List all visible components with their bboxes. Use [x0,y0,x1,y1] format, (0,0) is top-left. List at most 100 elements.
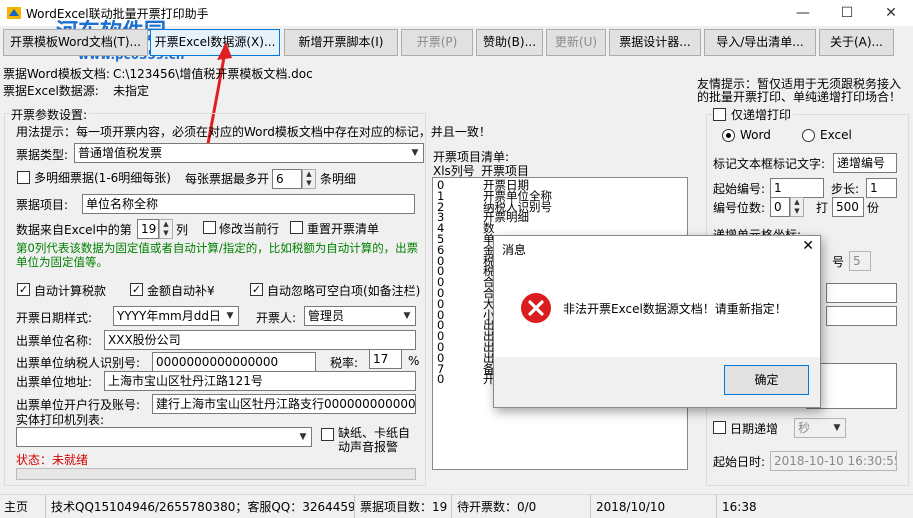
new-script-button[interactable]: 新增开票脚本(I) [284,29,398,56]
open-word-template-button[interactable]: 开票模板Word文档(T)... [3,29,148,56]
reset-list-checkbox[interactable] [290,221,303,234]
minimize-button[interactable]: — [781,0,825,26]
increment-group-title: 仅递增打印 [729,106,794,123]
list-item[interactable]: 0 开票日期 [437,179,682,191]
tip-line-2: 的批量开票打印、单纯递增打印场合！ [697,90,902,104]
copies-label: 打 [816,201,829,215]
dialog-message: 非法开票Excel数据源文档！请重新指定！ [563,302,787,316]
tax-rate-unit: % [408,354,420,368]
marker-input[interactable]: 递增编号 [833,153,897,173]
printer-label: 实体打印机列表: [16,413,105,427]
start-invoice-button[interactable]: 开票(P) [401,29,473,56]
increment-input-b[interactable] [826,306,897,326]
ignore-blank-checkbox[interactable]: ✓ [250,283,263,296]
dialog-ok-button[interactable]: 确定 [724,365,809,395]
invoice-type-select[interactable]: 普通增值税发票 ▼ [74,143,424,163]
message-dialog: 消息 ✕ 非法开票Excel数据源文档！请重新指定！ 确定 [493,235,821,408]
dialog-title: 消息 [502,243,527,257]
max-per-invoice-spinner[interactable]: ▲ ▼ [302,169,316,189]
copies-suffix: 份 [867,201,880,215]
modify-current-checkbox[interactable] [203,221,216,234]
about-button[interactable]: 关于(A)... [819,29,894,56]
printer-select[interactable]: ▼ [16,427,312,447]
radio-word[interactable] [722,129,735,142]
status-page: 主页 [0,495,46,518]
start-time-input[interactable]: 2018-10-10 16:30:55 [770,451,897,471]
error-icon [521,293,551,323]
address-input[interactable]: 上海市宝山区牡丹江路121号 [104,371,416,391]
address-label: 出票单位地址: [16,375,93,389]
import-export-button[interactable]: 导入/导出清单... [704,29,816,56]
multi-detail-label: 多明细票据(1-6明细每张) [34,171,171,185]
status-support: 技术QQ15104946/2655780380；客服QQ：3264459122 [47,495,355,518]
max-per-invoice-input[interactable]: 6 [272,169,302,189]
excel-column-input[interactable]: 19 [137,219,159,239]
sponsor-button[interactable]: 赞助(B)... [476,29,543,56]
excel-source-label: 票据Excel数据源: [3,84,99,98]
list-item[interactable]: 4数 [437,222,682,234]
digits-input[interactable]: 0 [770,197,790,217]
status-pending: 待开票数：0/0 [453,495,591,518]
auto-currency-checkbox[interactable]: ✓ [130,283,143,296]
project-input[interactable]: 单位名称全称 [82,194,415,214]
date-increment-label: 日期递增 [730,422,779,436]
multi-detail-checkbox[interactable] [17,171,30,184]
status-label: 状态：未就绪 [16,453,89,467]
step-input[interactable]: 1 [866,178,897,198]
start-time-label: 起始日时: [713,455,766,469]
maximize-button[interactable]: ☐ [825,0,869,26]
update-button[interactable]: 更新(U) [546,29,606,56]
list-item-column: 0 [437,372,445,387]
digits-spinner[interactable]: ▲ ▼ [790,197,804,217]
modify-current-label: 修改当前行 [219,222,280,236]
partial-input[interactable]: 5 [849,251,871,271]
invoice-designer-button[interactable]: 票据设计器... [609,29,701,56]
progress-bar [16,468,416,480]
taxpayer-id-input[interactable]: 0000000000000000 [152,352,316,372]
drawer-select[interactable]: 管理员 ▼ [304,306,416,326]
paper-alarm-checkbox[interactable] [321,428,334,441]
tax-rate-label: 税率: [330,356,359,370]
date-unit-select[interactable]: 秒 ▼ [794,418,846,438]
params-group-title: 开票参数设置: [9,106,90,123]
increment-input-a[interactable] [826,283,897,303]
excel-source-value: 未指定 [113,84,150,98]
column-suffix-label: 列 [176,223,189,237]
list-item[interactable]: 2 纳税人识别号 [437,201,682,213]
step-label: 步长: [831,182,860,196]
list-item[interactable]: 3 开票明细 [437,212,682,224]
list-item[interactable]: 1 开票单位全称 [437,190,682,202]
chevron-down-icon: ▼ [299,432,307,442]
date-format-select[interactable]: YYYY年mm月dd日 ▼ [113,306,239,326]
fixed-value-note: 第0列代表该数据为固定值或者自动计算/指定的，比如税额为自动计算的，出票单位为固… [16,241,419,269]
date-increment-checkbox[interactable] [713,421,726,434]
auto-currency-label: 金额自动补¥ [147,284,215,298]
date-format-value: YYYY年mm月dd日 [117,309,221,323]
app-logo-icon [7,7,21,19]
word-template-label: 票据Word模板文档: [3,67,110,81]
status-bar: 主页 技术QQ15104946/2655780380；客服QQ：32644591… [0,494,913,518]
issuer-name-label: 出票单位名称: [16,334,93,348]
auto-tax-checkbox[interactable]: ✓ [17,283,30,296]
auto-tax-label: 自动计算税款 [34,284,107,298]
digits-label: 编号位数: [713,201,766,215]
tax-rate-input[interactable]: 17 [369,349,402,369]
radio-excel[interactable] [802,129,815,142]
reset-list-label: 重置开票清单 [307,222,380,236]
excel-column-spinner[interactable]: ▲ ▼ [159,219,173,239]
increment-only-checkbox[interactable] [713,108,726,121]
issuer-name-input[interactable]: XXX股份公司 [104,330,416,350]
bank-input[interactable]: 建行上海市宝山区牡丹江路支行000000000000000 [152,394,416,414]
start-number-input[interactable]: 1 [770,178,824,198]
close-button[interactable]: ✕ [869,0,913,26]
detail-suffix-label: 条明细 [320,172,357,186]
project-label: 票据项目: [16,198,69,212]
status-date: 2018/10/10 [592,495,717,518]
taxpayer-id-label: 出票单位纳税人识别号: [16,356,141,370]
copies-input[interactable]: 500 [832,197,864,217]
dialog-close-button[interactable]: ✕ [802,238,814,254]
drawer-value: 管理员 [308,309,345,323]
chevron-down-icon: ▼ [411,148,419,158]
start-number-label: 起始编号: [713,182,766,196]
partial-label: 号 [832,255,845,269]
